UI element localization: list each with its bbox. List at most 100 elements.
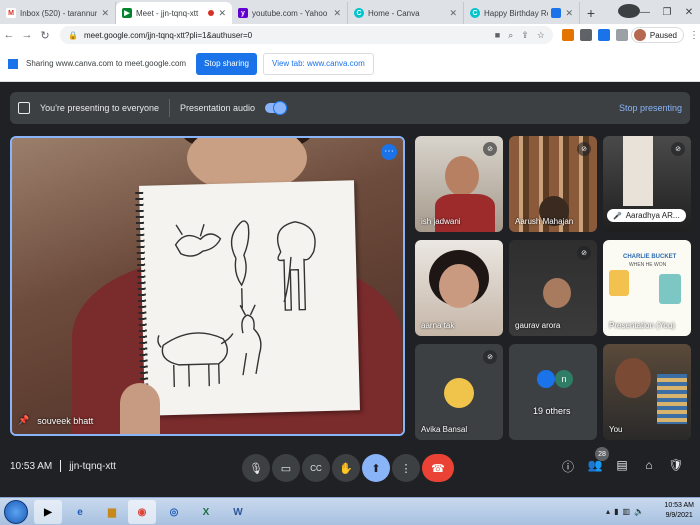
bookmark-star-icon[interactable]: ☆ xyxy=(537,30,545,41)
file-explorer-icon[interactable]: ▆ xyxy=(98,500,126,524)
presentation-thumbnail-tile[interactable]: CHARLIE BUCKET WHEN HE WON Presentation … xyxy=(603,240,691,336)
leave-call-button[interactable]: ☎ xyxy=(422,454,454,482)
lock-icon: 🔒 xyxy=(68,30,78,40)
profile-button[interactable]: Paused xyxy=(630,27,684,43)
more-vert-icon: ⋯ xyxy=(384,146,394,157)
video-person-face xyxy=(543,278,571,308)
mic-off-icon: ⊘ xyxy=(483,350,497,364)
extension-icon[interactable] xyxy=(579,29,592,41)
back-icon[interactable]: ← xyxy=(0,29,18,41)
activities-icon[interactable]: ⌂ xyxy=(640,458,658,472)
window-controls: — ❐ ✕ xyxy=(612,0,700,24)
presentation-caption: WHEN HE WON xyxy=(629,262,667,268)
reload-icon[interactable]: ↻ xyxy=(36,29,54,42)
mic-off-icon: ⊘ xyxy=(577,142,591,156)
extension-icon[interactable] xyxy=(561,29,574,41)
yahoo-icon: y xyxy=(238,8,248,18)
video-person-face xyxy=(615,358,651,398)
tab-title: Home - Canva xyxy=(368,8,420,18)
raise-hand-button[interactable]: ✋ xyxy=(332,454,360,482)
sketchbook-drawing xyxy=(135,180,360,416)
participant-name: aarna tak xyxy=(421,321,455,330)
view-tab-button[interactable]: View tab: www.canva.com xyxy=(263,52,374,75)
close-icon[interactable]: ✕ xyxy=(565,8,573,19)
stop-sharing-button[interactable]: Stop sharing xyxy=(196,52,257,75)
tab-title: Happy Birthday Roald Da xyxy=(484,8,548,18)
close-window-icon[interactable]: ✕ xyxy=(678,7,700,18)
tab-yahoo[interactable]: y youtube.com - Yahoo India Se ✕ xyxy=(232,2,348,24)
camera-icon: ▭ xyxy=(280,462,292,475)
camera-in-use-icon[interactable]: ■ xyxy=(495,30,500,41)
url-text: meet.google.com/jjn-tqnq-xtt?pli=1&authu… xyxy=(83,30,253,40)
participant-name: Aarush Mahajan xyxy=(515,217,574,226)
microphone-button[interactable]: 🎙 xyxy=(242,454,270,482)
self-tile[interactable]: You xyxy=(603,344,691,440)
tab-search-icon[interactable] xyxy=(612,3,640,21)
participant-tile[interactable]: ⊘ Avika Bansal xyxy=(415,344,503,440)
host-controls-icon[interactable]: 🛡 xyxy=(667,458,685,472)
close-icon[interactable]: ✕ xyxy=(101,8,109,19)
windows-taskbar: ▶ e ▆ ◉ ◎ X W ▴ ▮ ▥ 🔈 10:53 AM 9/9/2021 xyxy=(0,497,700,525)
present-now-button[interactable]: ⬆ xyxy=(362,454,390,482)
participant-tile[interactable]: ⊘ Aarush Mahajan xyxy=(509,136,597,232)
share-icon[interactable]: ⇪ xyxy=(521,30,529,41)
internet-explorer-icon[interactable]: e xyxy=(66,500,94,524)
chevron-up-icon[interactable]: ▴ xyxy=(606,507,610,516)
browser-menu-icon[interactable]: ⋮ xyxy=(688,30,700,41)
participant-tile[interactable]: ⊘ ish jadwani xyxy=(415,136,503,232)
extension-icon[interactable] xyxy=(597,29,610,41)
tab-canva-birthday[interactable]: C Happy Birthday Roald Da ✕ xyxy=(464,2,580,24)
others-tile[interactable]: n 19 others xyxy=(509,344,597,440)
clock-time: 10:53 AM xyxy=(664,502,694,509)
chrome-icon[interactable]: ◉ xyxy=(128,500,156,524)
plus-icon: + xyxy=(586,5,596,21)
presentation-title: CHARLIE BUCKET xyxy=(623,254,677,260)
tab-meet[interactable]: ▶ Meet - jjn-tqnq-xtt ✕ xyxy=(116,2,232,24)
zoom-icon[interactable]: ⌕ xyxy=(508,30,513,41)
camera-button[interactable]: ▭ xyxy=(272,454,300,482)
browser-icon[interactable]: ◎ xyxy=(160,500,188,524)
participant-tile[interactable]: ⊘ 🎤 Aaradhya AR... xyxy=(603,136,691,232)
extensions-puzzle-icon[interactable] xyxy=(615,29,628,41)
excel-icon[interactable]: X xyxy=(192,500,220,524)
minimize-icon[interactable]: — xyxy=(634,7,656,18)
tab-title: Meet - jjn-tqnq-xtt xyxy=(136,8,199,18)
system-clock[interactable]: 10:53 AM 9/9/2021 xyxy=(664,501,694,521)
animal-sketches xyxy=(157,220,316,388)
close-icon[interactable]: ✕ xyxy=(449,8,457,19)
meeting-info-icon[interactable]: ⓘ xyxy=(559,458,577,475)
forward-icon[interactable]: → xyxy=(18,29,36,41)
tile-options-button[interactable]: ⋯ xyxy=(381,144,397,160)
participant-tile[interactable]: aarna tak xyxy=(415,240,503,336)
new-tab-button[interactable]: + xyxy=(580,2,602,24)
participant-tile[interactable]: ⊘ gaurav arora xyxy=(509,240,597,336)
tab-canva-home[interactable]: C Home - Canva ✕ xyxy=(348,2,464,24)
meeting-code: jjn-tqnq-xtt xyxy=(69,460,116,472)
maximize-icon[interactable]: ❐ xyxy=(656,7,678,18)
main-speaker-tile[interactable]: ⋯ 📌 souveek bhatt xyxy=(10,136,405,436)
tab-gmail[interactable]: M Inbox (520) - tarannum@thein ✕ xyxy=(0,2,116,24)
volume-icon[interactable]: 🔈 xyxy=(634,507,644,516)
presentation-audio-label: Presentation audio xyxy=(179,103,256,113)
presentation-illustration xyxy=(659,274,681,304)
word-icon[interactable]: W xyxy=(224,500,252,524)
mic-off-icon: ⊘ xyxy=(671,142,685,156)
close-icon[interactable]: ✕ xyxy=(218,8,226,19)
stop-presenting-button[interactable]: Stop presenting xyxy=(619,103,682,113)
network-icon[interactable]: ▥ xyxy=(622,507,630,516)
participant-name: ish jadwani xyxy=(421,217,461,226)
video-person-hand xyxy=(120,383,160,434)
close-icon[interactable]: ✕ xyxy=(333,8,341,19)
present-icon: ⬆ xyxy=(371,462,381,475)
captions-icon: CC xyxy=(310,463,322,473)
video-person-face xyxy=(445,156,479,196)
windows-start-icon[interactable] xyxy=(4,500,28,524)
more-options-button[interactable]: ⋮ xyxy=(392,454,420,482)
presentation-audio-toggle[interactable] xyxy=(265,101,288,115)
media-player-icon[interactable]: ▶ xyxy=(34,500,62,524)
battery-icon[interactable]: ▮ xyxy=(614,507,618,516)
video-person-body xyxy=(435,194,495,232)
chat-icon[interactable]: ▤ xyxy=(613,458,631,472)
address-bar[interactable]: 🔒 meet.google.com/jjn-tqnq-xtt?pli=1&aut… xyxy=(60,26,553,44)
captions-button[interactable]: CC xyxy=(302,454,330,482)
